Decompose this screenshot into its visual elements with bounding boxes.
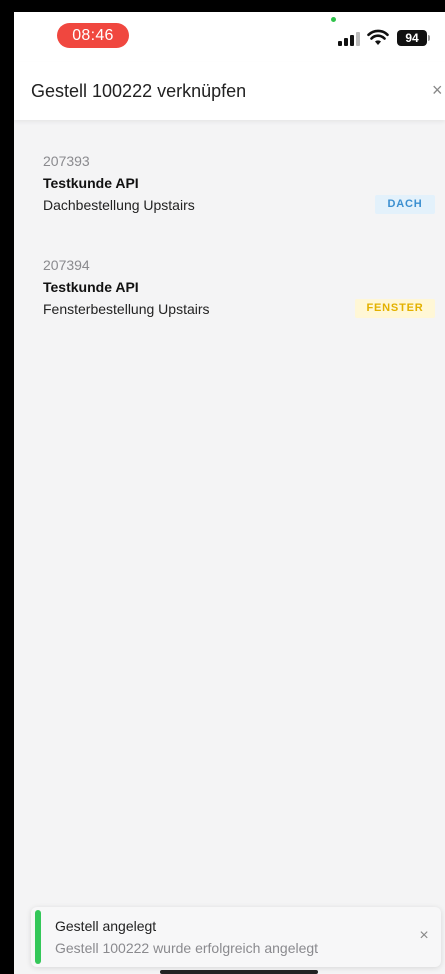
list-item[interactable]: 207394 Testkunde API Fensterbestellung U… [14, 224, 445, 320]
home-indicator [160, 970, 318, 974]
type-badge: DACH [375, 195, 435, 214]
success-toast: Gestell angelegt Gestell 100222 wurde er… [31, 907, 441, 967]
signal-icon [338, 32, 360, 46]
modal-title: Gestell 100222 verknüpfen [31, 81, 247, 101]
close-icon[interactable]: × [432, 80, 445, 100]
customer-name: Testkunde API [43, 175, 139, 191]
camera-indicator-icon [331, 17, 336, 22]
status-time: 08:46 [57, 23, 129, 48]
customer-name: Testkunde API [43, 279, 139, 295]
list-item[interactable]: 207393 Testkunde API Dachbestellung Upst… [14, 120, 445, 216]
battery-icon: 94 [397, 30, 427, 46]
battery-tip [428, 35, 430, 41]
toast-close-icon[interactable]: × [416, 926, 432, 946]
order-number: 207394 [43, 257, 90, 273]
app-screen: 08:46 94 Gestell 100222 verknüpfen × 207 [14, 12, 445, 974]
toast-accent-bar [35, 910, 41, 964]
order-description: Dachbestellung Upstairs [43, 197, 195, 213]
order-description: Fensterbestellung Upstairs [43, 301, 210, 317]
device-frame: 08:46 94 Gestell 100222 verknüpfen × 207 [0, 0, 445, 974]
type-badge: FENSTER [355, 299, 435, 318]
wifi-icon [367, 29, 389, 45]
order-number: 207393 [43, 153, 90, 169]
modal-header: Gestell 100222 verknüpfen × [14, 62, 445, 120]
toast-message: Gestell 100222 wurde erfolgreich angeleg… [55, 940, 319, 956]
status-bar: 08:46 94 [14, 12, 445, 62]
toast-title: Gestell angelegt [55, 918, 157, 934]
